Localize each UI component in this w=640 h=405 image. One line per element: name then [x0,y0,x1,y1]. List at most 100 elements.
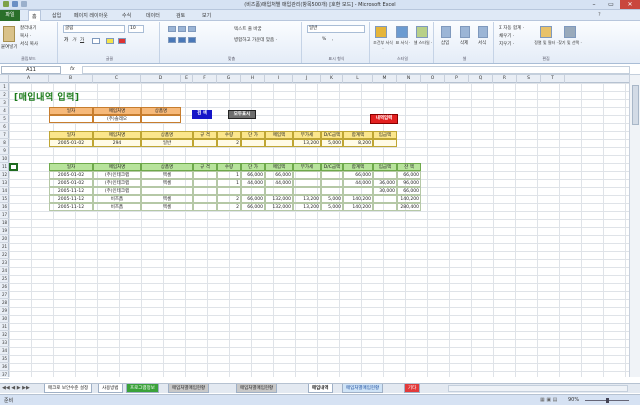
bold-button[interactable]: 가 [64,37,68,43]
border-icon[interactable] [92,38,100,44]
row-header[interactable]: 25 [0,275,9,283]
input-header-cell[interactable]: 매입액 [265,131,293,139]
sheet-tab-status-1[interactable]: 매입처별매입현황 [168,384,210,393]
list-row-cell[interactable]: 66,000 [241,203,265,211]
row-header[interactable]: 8 [0,139,9,147]
vertical-scrollbar[interactable] [629,75,640,377]
row-header[interactable]: 12 [0,171,9,179]
list-row-cell[interactable]: 66,000 [397,187,421,195]
list-row-cell[interactable]: 5,000 [321,203,343,211]
row-header[interactable]: 34 [0,347,9,355]
list-row-cell[interactable] [193,195,217,203]
list-row-cell[interactable]: 96,000 [397,179,421,187]
list-row-cell[interactable]: 1 [217,171,241,179]
list-row-cell[interactable] [193,203,217,211]
paste-button[interactable]: 붙여넣기 [1,44,18,50]
list-row-cell[interactable] [321,179,343,187]
minimize-button[interactable]: – [586,0,602,9]
list-row-cell[interactable]: 엑셀 [141,203,193,211]
row-header[interactable]: 33 [0,339,9,347]
list-row-cell[interactable] [293,171,321,179]
row-header[interactable]: 2 [0,91,9,99]
row-header[interactable]: 24 [0,267,9,275]
input-header-cell[interactable]: 일자 [49,131,93,139]
row-header[interactable]: 11 [0,163,9,171]
list-row-cell[interactable] [241,187,265,195]
find-select-icon[interactable] [564,26,576,38]
row-header[interactable]: 15 [0,195,9,203]
row-header[interactable]: 19 [0,227,9,235]
sheet-tab-macro[interactable]: 매크로 보안수준 설정 [44,384,93,393]
column-header[interactable]: A [9,75,49,83]
tab-scroll-arrows-icon[interactable]: ◀◀ ◀ ▶ ▶▶ [2,385,30,391]
row-header[interactable]: 36 [0,363,9,371]
list-header-cell[interactable]: 규 격 [193,163,217,171]
row-header[interactable]: 14 [0,187,9,195]
column-header[interactable]: K [321,75,343,83]
list-row-cell[interactable]: 2005-11-12 [49,203,93,211]
underline-button[interactable]: 가 [80,37,84,43]
list-row-cell[interactable]: (주)인테크랩 [93,179,141,187]
fx-icon[interactable]: fx [70,66,75,72]
list-row-cell[interactable]: 2005-01-02 [49,171,93,179]
list-row-cell[interactable]: 30,000 [373,187,397,195]
scroll-thumb[interactable] [632,85,639,125]
list-row-cell[interactable]: 280,400 [397,203,421,211]
column-header[interactable]: Q [469,75,493,83]
input-value-cell[interactable] [265,139,293,147]
insert-cells-icon[interactable] [441,26,451,38]
list-row-cell[interactable]: 132,000 [265,203,293,211]
search-input-cell[interactable] [141,115,181,123]
row-header[interactable]: 9 [0,147,9,155]
list-header-cell[interactable]: D/C금액 [321,163,343,171]
list-row-cell[interactable]: 2 [217,195,241,203]
list-row-cell[interactable]: 2005-11-12 [49,187,93,195]
tab-formulas[interactable]: 수식 [122,12,131,19]
column-header[interactable]: L [343,75,373,83]
insert-cells-button[interactable]: 삽입 [441,40,449,46]
search-header-cell[interactable]: 매입처명 [93,107,141,115]
close-button[interactable]: ✕ [620,0,640,9]
search-input-cell[interactable]: (주)솔레오 [93,115,141,123]
row-header[interactable]: 20 [0,235,9,243]
list-row-cell[interactable]: 66,000 [241,195,265,203]
input-value-cell[interactable]: 2 [217,139,241,147]
input-header-cell[interactable]: 상품명 [141,131,193,139]
tab-home[interactable]: 홈 [28,10,41,21]
file-tab[interactable]: 파일 [0,10,20,21]
input-value-cell[interactable]: 일반 [141,139,193,147]
align-left-icon[interactable] [168,37,176,43]
row-header[interactable]: 27 [0,291,9,299]
row-header[interactable]: 13 [0,179,9,187]
row-header[interactable]: 6 [0,123,9,131]
align-right-icon[interactable] [188,37,196,43]
row-header[interactable]: 10 [0,155,9,163]
list-header-cell[interactable]: 매입액 [265,163,293,171]
list-row-cell[interactable]: 비즈폼 [93,203,141,211]
list-row-cell[interactable] [293,187,321,195]
row-header[interactable]: 7 [0,131,9,139]
align-top-icon[interactable] [168,26,176,32]
list-row-cell[interactable]: 13,200 [293,203,321,211]
format-cells-icon[interactable] [478,26,488,38]
list-row-cell[interactable] [193,171,217,179]
list-row-cell[interactable] [321,187,343,195]
align-bottom-icon[interactable] [188,26,196,32]
tab-page-layout[interactable]: 페이지 레이아웃 [74,12,108,19]
list-header-cell[interactable]: 일자 [49,163,93,171]
list-row-cell[interactable]: 5,000 [321,195,343,203]
row-header[interactable]: 32 [0,331,9,339]
clear-button[interactable]: 지우기 · [499,41,514,47]
conditional-format-icon[interactable] [375,26,387,38]
list-row-cell[interactable]: 44,000 [241,179,265,187]
zoom-slider-handle[interactable] [606,398,609,403]
list-row-cell[interactable] [193,179,217,187]
list-row-cell[interactable]: 66,000 [265,171,293,179]
font-color-icon[interactable] [118,38,126,44]
list-row-cell[interactable] [217,187,241,195]
row-header[interactable]: 3 [0,99,9,107]
sort-filter-button[interactable]: 정렬 및 필터 · [534,40,558,46]
tab-review[interactable]: 검토 [176,12,185,19]
active-cell-selection[interactable] [9,163,18,171]
tab-view[interactable]: 보기 [202,12,211,19]
